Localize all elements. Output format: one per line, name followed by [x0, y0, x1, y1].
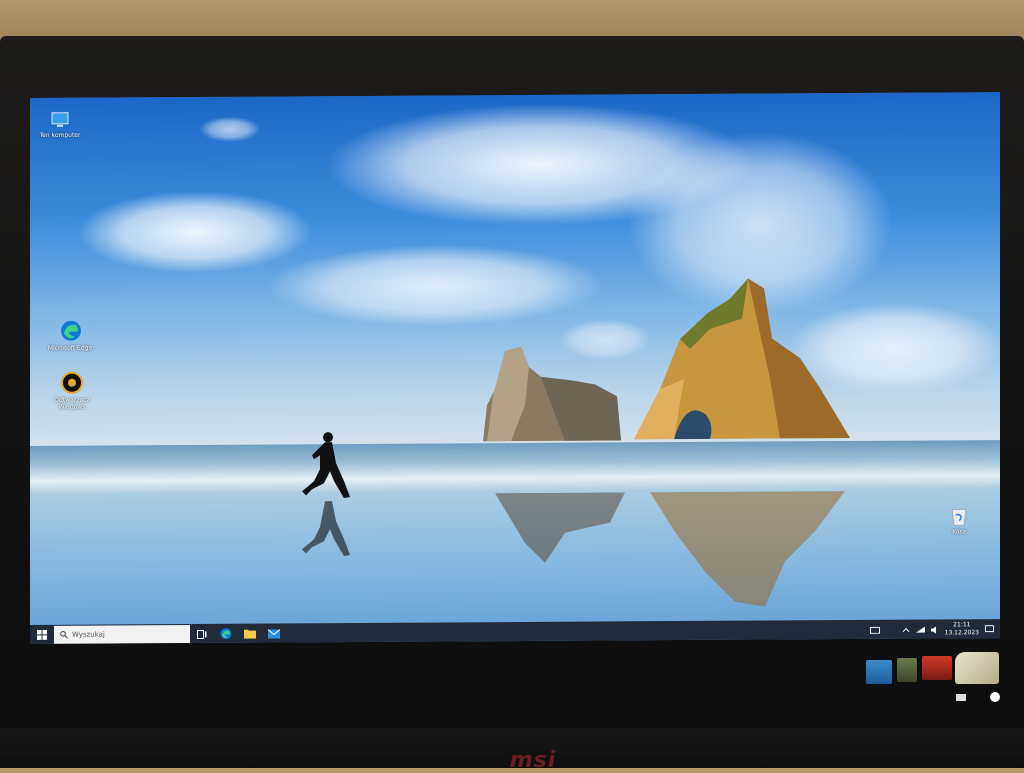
- search-placeholder: Wyszukaj: [72, 630, 105, 639]
- search-box[interactable]: Wyszukaj: [54, 625, 190, 644]
- power-button[interactable]: [990, 692, 1000, 702]
- system-tray: 21:11 13.12.2023: [869, 619, 1000, 640]
- desktop-icon-edge[interactable]: Microsoft Edge: [40, 316, 100, 366]
- edge-icon: [61, 320, 81, 341]
- ati-sticker: [922, 656, 952, 680]
- chevron-up-icon[interactable]: [902, 627, 910, 633]
- clock-date: 13.12.2023: [944, 629, 979, 637]
- wallpaper-cloud: [270, 244, 600, 327]
- task-view-button[interactable]: [190, 624, 214, 644]
- desktop-screen: Ten komputer Microsoft Edge Odtwarzacz W…: [30, 92, 1000, 645]
- taskbar-edge[interactable]: [214, 624, 238, 644]
- runner-silhouette: [302, 432, 350, 557]
- volume-icon[interactable]: [930, 625, 939, 633]
- task-view-icon: [197, 629, 207, 639]
- desktop-icon-media-player[interactable]: Odtwarzacz Windows: [42, 368, 102, 418]
- desktop-icon-label: Microsoft Edge: [47, 344, 93, 352]
- clock[interactable]: 21:11 13.12.2023: [945, 621, 979, 637]
- desktop-icon-label: Kosz: [952, 528, 966, 536]
- keyboard-icon[interactable]: [869, 626, 880, 634]
- wallpaper-sea: [30, 440, 1000, 496]
- start-button[interactable]: [30, 625, 54, 644]
- taskbar-mail[interactable]: [262, 623, 286, 643]
- wallpaper-rock-right: [634, 278, 850, 440]
- edge-icon: [220, 628, 232, 640]
- wallpaper-reflection: [495, 491, 845, 607]
- monitor-icon: [51, 112, 69, 127]
- desktop-icon-recycle-bin[interactable]: Kosz: [929, 502, 989, 552]
- desktop-icon-this-pc[interactable]: Ten komputer: [30, 106, 90, 156]
- desktop-icon-label: Odtwarzacz Windows: [54, 396, 90, 411]
- folder-icon: [244, 629, 256, 639]
- brand-logo: msi: [509, 748, 557, 773]
- wallpaper-cloud: [200, 116, 260, 142]
- search-icon: [60, 630, 68, 639]
- clock-time: 21:11: [953, 621, 971, 629]
- desktop-icon-label: Ten komputer: [39, 131, 81, 139]
- input-button[interactable]: [956, 694, 966, 701]
- media-player-icon: [61, 371, 83, 394]
- intel-pentium-sticker: [955, 652, 999, 684]
- intel-sticker: [866, 660, 892, 684]
- network-icon[interactable]: [915, 626, 925, 633]
- recycle-bin-icon: [951, 508, 967, 526]
- taskbar-file-explorer[interactable]: [238, 624, 262, 644]
- notifications-icon[interactable]: [985, 625, 994, 633]
- windows-logo-icon: [37, 629, 47, 640]
- mail-icon: [268, 628, 280, 639]
- chip-sticker: [897, 658, 917, 682]
- wallpaper-rock-left: [483, 347, 621, 442]
